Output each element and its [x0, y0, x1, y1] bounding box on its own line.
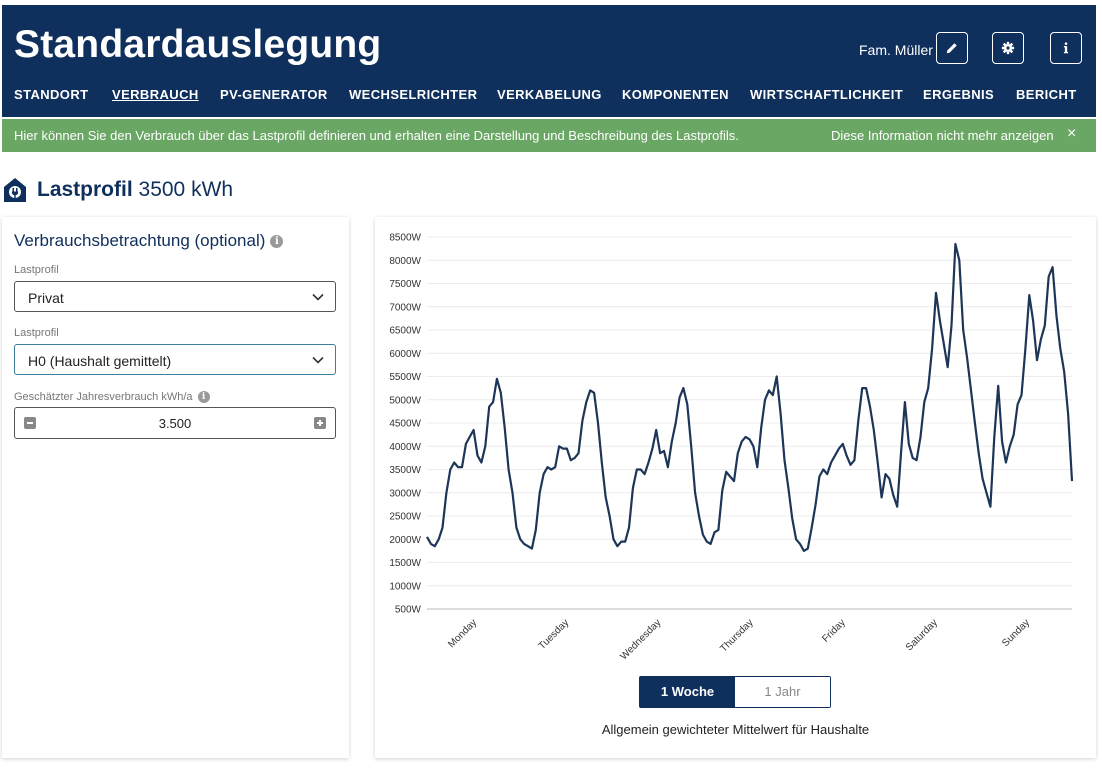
close-icon[interactable]: × — [1067, 125, 1076, 143]
y-tick-label: 5000W — [389, 395, 421, 406]
y-tick-label: 4500W — [389, 419, 421, 430]
x-tick-label: Friday — [820, 617, 847, 644]
info-banner: Hier können Sie den Verbrauch über das L… — [2, 119, 1096, 152]
profile-type-label: Lastprofil — [14, 264, 59, 276]
period-toggle[interactable]: 1 Woche 1 Jahr — [639, 676, 831, 708]
page-title-value: 3500 kWh — [138, 178, 234, 201]
app-title: Standardauslegung — [14, 23, 382, 66]
y-tick-label: 4000W — [389, 442, 421, 453]
x-tick-label: Thursday — [718, 617, 755, 654]
user-name: Fam. Müller — [859, 42, 933, 58]
y-tick-label: 2500W — [389, 512, 421, 523]
x-tick-label: Tuesday — [537, 617, 572, 652]
info-button[interactable] — [1050, 32, 1082, 64]
toggle-year[interactable]: 1 Jahr — [735, 677, 830, 707]
y-tick-label: 6000W — [389, 349, 421, 360]
y-tick-label: 1000W — [389, 581, 421, 592]
consumption-stepper[interactable]: 3.500 — [14, 407, 336, 439]
app-header: Standardauslegung Fam. Müller STANDORT V… — [2, 5, 1096, 117]
load-profile-chart: 500W 1000W 1500W 2000W 2500W 3000W 3500W 4000W 4… — [389, 233, 1074, 662]
consumption-panel: Verbrauchsbetrachtung (optional) i Lastpr… — [2, 217, 349, 758]
chevron-down-icon — [312, 293, 324, 301]
panel-heading: Verbrauchsbetrachtung (optional) i — [14, 231, 284, 251]
y-tick-label: 8000W — [389, 256, 421, 267]
y-tick-label: 1500W — [389, 558, 421, 569]
y-tick-label: 500W — [395, 605, 422, 616]
page-title: Lastprofil 3500 kWh — [37, 178, 233, 202]
gear-icon — [1001, 41, 1015, 55]
x-tick-label: Monday — [446, 617, 479, 650]
profile-select[interactable]: H0 (Haushalt gemittelt) — [14, 344, 336, 375]
increment-button[interactable] — [314, 417, 326, 429]
help-icon[interactable]: i — [270, 235, 284, 249]
house-plug-icon — [4, 178, 26, 202]
nav-komponenten[interactable]: KOMPONENTEN — [622, 87, 729, 102]
chevron-down-icon — [312, 356, 324, 364]
profile-type-select[interactable]: Privat — [14, 281, 336, 312]
nav-verkabelung[interactable]: VERKABELUNG — [497, 87, 602, 102]
nav-wechselrichter[interactable]: WECHSELRICHTER — [349, 87, 477, 102]
y-tick-label: 2000W — [389, 535, 421, 546]
toggle-week[interactable]: 1 Woche — [640, 677, 735, 707]
nav-bericht[interactable]: BERICHT — [1016, 87, 1077, 102]
nav-verbrauch[interactable]: VERBRAUCH — [112, 87, 199, 102]
x-tick-label: Sunday — [1000, 617, 1032, 649]
consumption-label: Geschätzter Jahresverbrauch kWh/a i — [14, 391, 210, 404]
settings-button[interactable] — [992, 32, 1024, 64]
panel-heading-text: Verbrauchsbetrachtung (optional) — [14, 231, 266, 250]
nav-standort[interactable]: STANDORT — [14, 87, 88, 102]
y-tick-label: 3500W — [389, 465, 421, 476]
consumption-label-text: Geschätzter Jahresverbrauch kWh/a — [14, 391, 193, 403]
help-icon[interactable]: i — [197, 391, 210, 404]
nav-pv-generator[interactable]: PV-GENERATOR — [220, 87, 328, 102]
chart-panel: 500W 1000W 1500W 2000W 2500W 3000W 3500W 4000W 4… — [375, 217, 1096, 758]
x-tick-label: Wednesday — [618, 617, 663, 662]
y-tick-label: 7000W — [389, 302, 421, 313]
y-tick-label: 6500W — [389, 326, 421, 337]
profile-label: Lastprofil — [14, 327, 59, 339]
profile-type-value: Privat — [28, 290, 64, 306]
dismiss-info-link[interactable]: Diese Information nicht mehr anzeigen — [831, 128, 1054, 143]
nav-wirtschaftlichkeit[interactable]: WIRTSCHAFTLICHKEIT — [750, 87, 903, 102]
series-line — [426, 242, 1074, 552]
page-title-bold: Lastprofil — [37, 178, 133, 201]
y-tick-label: 7500W — [389, 279, 421, 290]
profile-value: H0 (Haushalt gemittelt) — [28, 353, 172, 369]
chart-caption: Allgemein gewichteter Mittelwert für Hau… — [601, 722, 870, 737]
x-tick-label: Saturday — [904, 617, 940, 653]
consumption-value[interactable]: 3.500 — [15, 416, 335, 431]
nav-ergebnis[interactable]: ERGEBNIS — [923, 87, 994, 102]
info-icon — [1063, 42, 1069, 54]
y-tick-label: 8500W — [389, 233, 421, 244]
info-banner-text: Hier können Sie den Verbrauch über das L… — [14, 128, 739, 143]
y-tick-label: 3000W — [389, 488, 421, 499]
y-tick-label: 5500W — [389, 372, 421, 383]
pencil-icon — [946, 43, 957, 54]
edit-button[interactable] — [936, 32, 968, 64]
